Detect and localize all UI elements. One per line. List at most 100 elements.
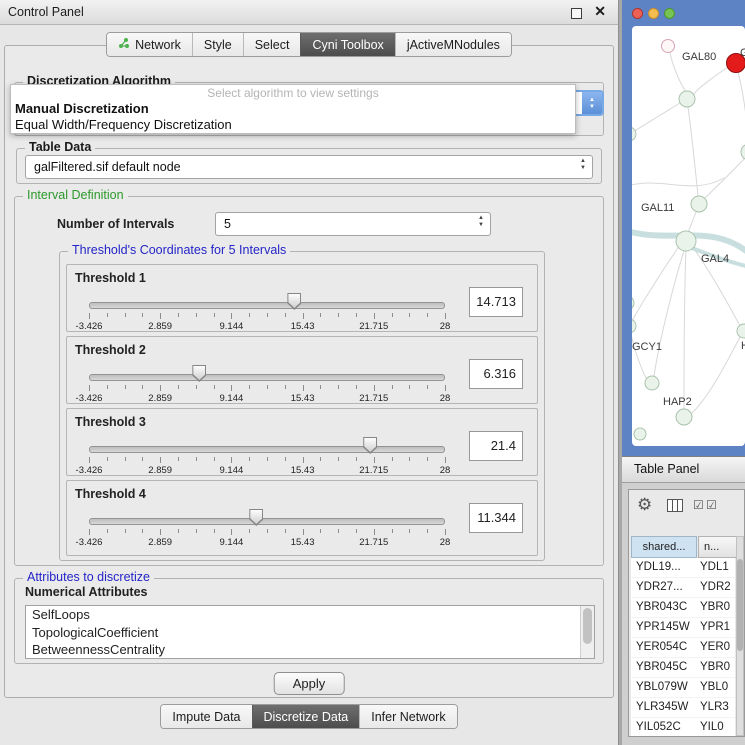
tick-mark (107, 529, 108, 533)
table-row[interactable]: YLR345WYLR3 (631, 698, 735, 718)
apply-button[interactable]: Apply (274, 672, 345, 695)
network-node[interactable] (634, 428, 646, 440)
gear-icon[interactable]: ⚙ (637, 495, 652, 515)
tab-label: Network (135, 38, 181, 52)
threshold-2-panel: Threshold 2 -3.4262.8599.14415.4321.7152… (66, 336, 538, 404)
slider-track[interactable] (89, 446, 445, 453)
float-window-icon[interactable] (571, 8, 582, 19)
checkbox-icon[interactable]: ☑ (706, 498, 717, 512)
network-node[interactable] (676, 231, 696, 251)
network-node[interactable] (662, 40, 675, 53)
scrollbar-thumb[interactable] (737, 559, 743, 651)
network-node[interactable] (632, 296, 634, 310)
tick-mark (445, 313, 446, 319)
tick-mark (374, 385, 375, 391)
table-row[interactable]: YIL052CYIL0 (631, 718, 735, 736)
tick-mark (285, 457, 286, 461)
tick-mark (392, 385, 393, 389)
network-node[interactable] (645, 376, 659, 390)
threshold-label: Threshold 2 (75, 343, 146, 357)
network-node-label: GA (740, 47, 745, 59)
network-node[interactable] (679, 91, 695, 107)
threshold-value-field[interactable]: 21.4 (469, 431, 523, 461)
threshold-3-panel: Threshold 3 -3.4262.8599.14415.4321.7152… (66, 408, 538, 476)
network-node[interactable] (676, 409, 692, 425)
checkbox-icon[interactable]: ☑ (693, 498, 704, 512)
tick-mark (356, 457, 357, 461)
combo-arrows-icon[interactable]: ▲▼ (582, 92, 602, 114)
network-node-label: GAL11 (641, 202, 674, 214)
threshold-slider[interactable]: -3.4262.8599.14415.4321.71528 (89, 361, 445, 405)
slider-track[interactable] (89, 518, 445, 525)
threshold-value-field[interactable]: 11.344 (469, 503, 523, 533)
list-item[interactable]: SelfLoops (26, 606, 594, 624)
network-edge (705, 159, 744, 198)
scrollbar-thumb[interactable] (583, 608, 592, 644)
tab-style[interactable]: Style (192, 33, 243, 56)
network-node[interactable] (741, 144, 745, 160)
dropdown-option-manual[interactable]: Manual Discretization (11, 101, 575, 117)
dropdown-option-equal-width[interactable]: Equal Width/Frequency Discretization (11, 117, 575, 133)
threshold-slider[interactable]: -3.4262.8599.14415.4321.71528 (89, 289, 445, 333)
network-edge (654, 251, 684, 376)
slider-ticks (89, 313, 445, 320)
list-item[interactable]: BetweennessCentrality (26, 641, 594, 659)
tab-label: Style (204, 38, 232, 52)
scale-label: -3.426 (76, 537, 103, 548)
threshold-slider[interactable]: -3.4262.8599.14415.4321.71528 (89, 433, 445, 477)
tick-mark (320, 385, 321, 389)
tab-select[interactable]: Select (243, 33, 301, 56)
close-icon[interactable]: ✕ (594, 3, 606, 20)
table-scrollbar[interactable] (736, 536, 744, 736)
tab-impute-data[interactable]: Impute Data (161, 705, 251, 728)
tick-mark (409, 313, 410, 317)
slider-track[interactable] (89, 374, 445, 381)
tick-mark (142, 313, 143, 317)
tick-mark (356, 529, 357, 533)
network-node[interactable] (632, 319, 636, 333)
network-edge (692, 337, 740, 413)
table-row[interactable]: YDR27...YDR2 (631, 578, 735, 598)
tab-label: Select (255, 38, 290, 52)
table-row[interactable]: YBL079WYBL0 (631, 678, 735, 698)
table-data-combobox[interactable]: galFiltered.sif default node ▲▼ (25, 155, 593, 179)
combo-value: 5 (224, 217, 231, 231)
network-graph[interactable]: GAL80GAGAL11GAL4GCY1HHAP2 (632, 26, 745, 446)
slider-track[interactable] (89, 302, 445, 309)
table-row[interactable]: YDL19...YDL1 (631, 558, 735, 578)
threshold-value-field[interactable]: 6.316 (469, 359, 523, 389)
network-node[interactable] (737, 324, 745, 338)
traffic-light-minimize-icon[interactable] (648, 8, 659, 19)
attributes-listbox[interactable]: SelfLoops TopologicalCoefficient Between… (25, 605, 595, 659)
tick-mark (214, 313, 215, 317)
tick-mark (392, 457, 393, 461)
scale-label: 28 (440, 537, 451, 548)
tick-mark (356, 385, 357, 389)
columns-icon[interactable] (667, 499, 683, 512)
network-node[interactable] (691, 196, 707, 212)
network-node[interactable] (632, 127, 636, 141)
table-row[interactable]: YBR043CYBR0 (631, 598, 735, 618)
scale-label: 9.144 (220, 393, 244, 404)
tab-label: Impute Data (172, 710, 240, 724)
listbox-scrollbar[interactable] (580, 606, 594, 658)
traffic-light-close-icon[interactable] (632, 8, 643, 19)
threshold-slider[interactable]: -3.4262.8599.14415.4321.71528 (89, 505, 445, 549)
table-row[interactable]: YER054CYER0 (631, 638, 735, 658)
number-of-intervals-combobox[interactable]: 5 ▲▼ (215, 212, 491, 236)
tick-mark (338, 529, 339, 533)
network-canvas[interactable]: GAL80GAGAL11GAL4GCY1HHAP2 (632, 26, 745, 446)
list-item[interactable]: TopologicalCoefficient (26, 624, 594, 642)
tab-jactivemnodules[interactable]: jActiveMNodules (395, 33, 511, 56)
tab-discretize-data[interactable]: Discretize Data (252, 705, 360, 728)
table-row[interactable]: YPR145WYPR1 (631, 618, 735, 638)
threshold-value-field[interactable]: 14.713 (469, 287, 523, 317)
tab-infer-network[interactable]: Infer Network (359, 705, 456, 728)
table-row[interactable]: YBR045CYBR0 (631, 658, 735, 678)
column-header-shared-name[interactable]: shared... (631, 536, 697, 558)
tab-network[interactable]: Network (107, 33, 192, 56)
table-rows: YDL19...YDL1 YDR27...YDR2 YBR043CYBR0 YP… (631, 558, 735, 736)
traffic-light-zoom-icon[interactable] (664, 8, 675, 19)
tick-mark (178, 385, 179, 389)
tab-cyni-toolbox[interactable]: Cyni Toolbox (300, 33, 394, 56)
